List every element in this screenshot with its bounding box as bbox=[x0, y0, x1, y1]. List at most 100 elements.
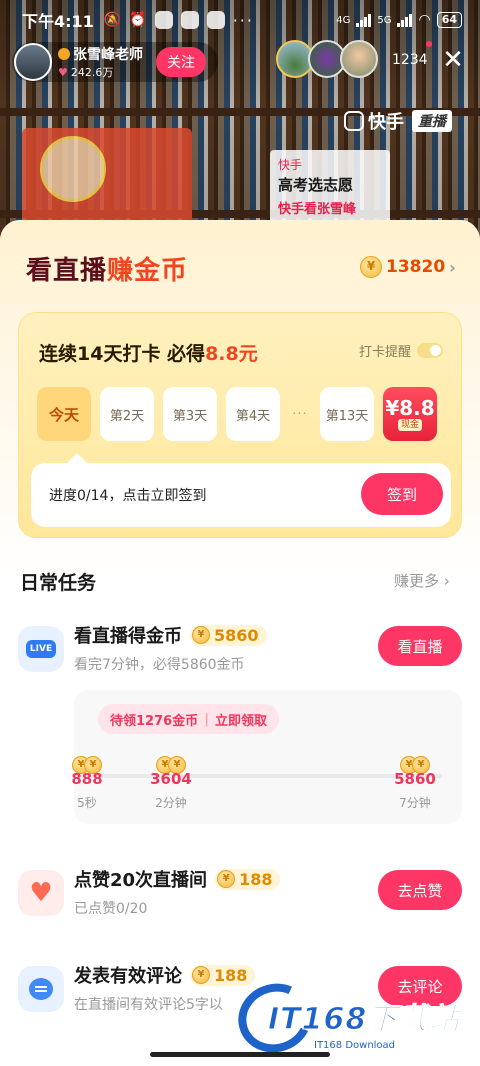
watermark: IT168下载站 IT168 Download bbox=[228, 973, 478, 1063]
verified-badge-icon bbox=[58, 48, 70, 60]
checkin-progress-text: 进度0/14，点击立即签到 bbox=[49, 488, 207, 504]
viewer-avatars[interactable] bbox=[276, 40, 378, 78]
viewer-count[interactable]: 1234 bbox=[392, 52, 428, 68]
task-description: 已点赞0/20 bbox=[74, 901, 148, 917]
sign-in-button[interactable]: 签到 bbox=[361, 473, 443, 515]
brand-name: 快手 bbox=[368, 112, 404, 133]
coin-icon: ¥ bbox=[192, 626, 210, 644]
status-indicators: 4G 5G ◠ 64 bbox=[336, 12, 462, 28]
checkin-reminder[interactable]: 打卡提醒 bbox=[359, 341, 444, 360]
checkin-title-prefix: 连续14天打卡 必得 bbox=[39, 343, 206, 365]
comment-icon bbox=[18, 966, 64, 1012]
task-name-row: 点赞20次直播间 ¥188 bbox=[74, 866, 281, 892]
live-icon-label: LIVE bbox=[25, 640, 57, 658]
task-name: 看直播得金币 bbox=[74, 626, 182, 647]
coin-balance[interactable]: ¥ 13820 › bbox=[360, 256, 456, 278]
watch-live-button[interactable]: 看直播 bbox=[378, 626, 462, 666]
earn-more-link[interactable]: 赚更多 › bbox=[394, 570, 450, 591]
replay-tag: 重播 bbox=[412, 110, 452, 132]
sheet-title: 看直播赚金币 bbox=[26, 250, 188, 287]
likes-heart-icon: ♥ bbox=[58, 65, 68, 79]
milestone: ¥ ¥ 3604 2分钟 bbox=[136, 756, 206, 811]
prize-amount: ¥8.8 bbox=[385, 396, 435, 420]
coin-icon: ¥ bbox=[217, 870, 236, 888]
status-notification-icons: 🔕 ⏰ ··· bbox=[104, 11, 254, 30]
viewer-avatar[interactable] bbox=[340, 40, 378, 78]
go-like-button[interactable]: 去点赞 bbox=[378, 870, 462, 910]
checkin-title: 连续14天打卡 必得8.8元 bbox=[39, 339, 258, 366]
pending-coins-label: 待领1276金币 bbox=[110, 713, 199, 729]
signal-icon bbox=[356, 13, 372, 27]
checkin-progress: 进度0/14，点击立即签到 签到 bbox=[31, 453, 451, 527]
network-label-2: 5G bbox=[377, 14, 392, 26]
day-4: 第4天 bbox=[226, 387, 280, 441]
day-ellipsis: ··· bbox=[292, 406, 308, 422]
day-2: 第2天 bbox=[100, 387, 154, 441]
heart-icon: ♥ bbox=[18, 870, 64, 916]
reward-value: 188 bbox=[214, 965, 248, 985]
host-name: 张雪峰老师 bbox=[73, 47, 143, 63]
app-notification-icon bbox=[206, 11, 225, 29]
claim-now-label[interactable]: 立即领取 bbox=[215, 710, 267, 729]
task-description: 看完7分钟，必得5860金币 bbox=[74, 657, 245, 673]
chevron-right-icon: › bbox=[449, 257, 456, 277]
milestone-value: 3604 bbox=[150, 770, 192, 788]
host-name-row: 张雪峰老师 bbox=[58, 44, 143, 64]
home-indicator[interactable] bbox=[150, 1052, 330, 1057]
status-time: 下午4:11 bbox=[22, 12, 94, 31]
follow-button[interactable]: 关注 bbox=[156, 47, 206, 77]
milestone: ¥ ¥ 888 5秒 bbox=[52, 756, 122, 811]
daily-tasks-title: 日常任务 bbox=[20, 572, 97, 594]
milestone-time: 7分钟 bbox=[399, 796, 431, 810]
task-name: 点赞20次直播间 bbox=[74, 870, 208, 891]
checkin-title-amount: 8.8元 bbox=[205, 343, 258, 365]
sign-title: 高考选志愿 bbox=[278, 176, 354, 194]
earn-more-label: 赚更多 bbox=[394, 572, 440, 590]
task-name: 发表有效评论 bbox=[74, 966, 182, 987]
app-notification-icon bbox=[180, 11, 199, 29]
reminder-toggle[interactable] bbox=[417, 343, 444, 358]
kuaishou-brand: 快手 重播 bbox=[344, 108, 452, 134]
kuaishou-logo-icon bbox=[344, 111, 364, 131]
sheet-title-part1: 看直播 bbox=[26, 256, 108, 286]
task-sheet: 看直播赚金币 ¥ 13820 › 连续14天打卡 必得8.8元 打卡提醒 今天 … bbox=[0, 220, 480, 1066]
checkin-days: 今天 第2天 第3天 第4天 ··· 第13天 ¥8.8 现金 bbox=[37, 387, 437, 441]
more-notifications-icon: ··· bbox=[232, 10, 254, 30]
wifi-icon: ◠ bbox=[418, 12, 431, 28]
milestone-value: 888 bbox=[71, 770, 103, 788]
live-sign: 快手 高考选志愿 快手看张雪峰 bbox=[270, 150, 390, 228]
pill-separator: | bbox=[204, 711, 209, 727]
host-likes-count: 242.6万 bbox=[70, 66, 114, 79]
status-bar: 下午4:11 🔕 ⏰ ··· 4G 5G ◠ 64 bbox=[0, 0, 480, 40]
checkin-card: 连续14天打卡 必得8.8元 打卡提醒 今天 第2天 第3天 第4天 ··· 第… bbox=[18, 312, 462, 538]
host-avatar[interactable] bbox=[14, 43, 52, 81]
coin-icon: ¥ bbox=[192, 966, 210, 984]
day-today[interactable]: 今天 bbox=[37, 387, 91, 441]
sign-brand: 快手 bbox=[278, 158, 303, 172]
task-name-row: 发表有效评论 ¥188 bbox=[74, 962, 256, 988]
coin-balance-value: 13820 bbox=[386, 257, 446, 277]
watch-milestones-card: 待领1276金币 | 立即领取 ¥ ¥ 888 5秒 ¥ ¥ 3604 2分钟 ¥ ¥… bbox=[71, 690, 462, 824]
reminder-label: 打卡提醒 bbox=[359, 345, 412, 360]
host-poster bbox=[22, 128, 192, 228]
signal-icon bbox=[397, 13, 413, 27]
reward-value: 188 bbox=[239, 869, 273, 889]
coin-icon: ¥ bbox=[360, 256, 382, 278]
app-notification-icon bbox=[154, 11, 173, 29]
milestone-time: 2分钟 bbox=[155, 796, 187, 810]
prize-tag: 现金 bbox=[397, 419, 422, 431]
pending-coins-pill[interactable]: 待领1276金币 | 立即领取 bbox=[98, 704, 279, 734]
host-face-image bbox=[40, 136, 106, 202]
alarm-icon: ⏰ bbox=[129, 12, 147, 28]
reward-pill: ¥188 bbox=[215, 868, 281, 890]
host-likes-row: ♥ 242.6万 bbox=[58, 64, 143, 80]
reward-pill: ¥188 bbox=[190, 964, 256, 986]
task-description: 在直播间有效评论5字以 bbox=[74, 997, 223, 1013]
task-name-row: 看直播得金币 ¥5860 bbox=[74, 622, 267, 648]
battery-icon: 64 bbox=[436, 12, 462, 28]
close-icon[interactable]: ✕ bbox=[438, 44, 468, 74]
day-3: 第3天 bbox=[163, 387, 217, 441]
task-like: ♥ 点赞20次直播间 ¥188 已点赞0/20 去点赞 bbox=[0, 864, 480, 934]
live-icon: LIVE bbox=[18, 626, 64, 672]
day-13: 第13天 bbox=[320, 387, 374, 441]
